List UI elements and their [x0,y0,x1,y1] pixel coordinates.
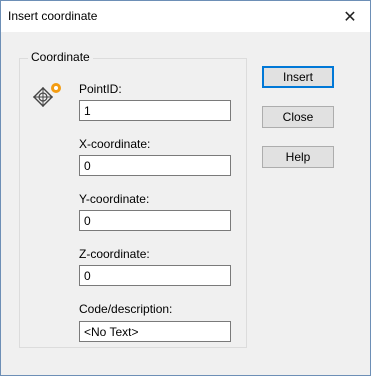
help-button[interactable]: Help [262,146,334,168]
z-coordinate-field[interactable]: 0 [79,265,231,286]
x-coordinate-field[interactable]: 0 [79,155,231,176]
pointid-label: PointID: [79,82,122,96]
close-button[interactable]: Close [262,106,334,128]
close-icon: ✕ [343,8,357,26]
coordinate-target-icon [33,83,61,107]
y-coordinate-label: Y-coordinate: [79,192,150,206]
code-description-field[interactable]: <No Text> [79,321,231,342]
dialog-title: Insert coordinate [8,9,98,23]
title-bar: Insert coordinate ✕ [1,1,370,32]
z-coordinate-label: Z-coordinate: [79,247,150,261]
close-window-button[interactable]: ✕ [330,1,370,32]
coordinate-group-legend: Coordinate [28,50,93,64]
code-description-label: Code/description: [79,302,173,316]
x-coordinate-label: X-coordinate: [79,137,151,151]
y-coordinate-field[interactable]: 0 [79,210,231,231]
pointid-field[interactable]: 1 [79,100,231,121]
insert-button[interactable]: Insert [262,66,334,88]
